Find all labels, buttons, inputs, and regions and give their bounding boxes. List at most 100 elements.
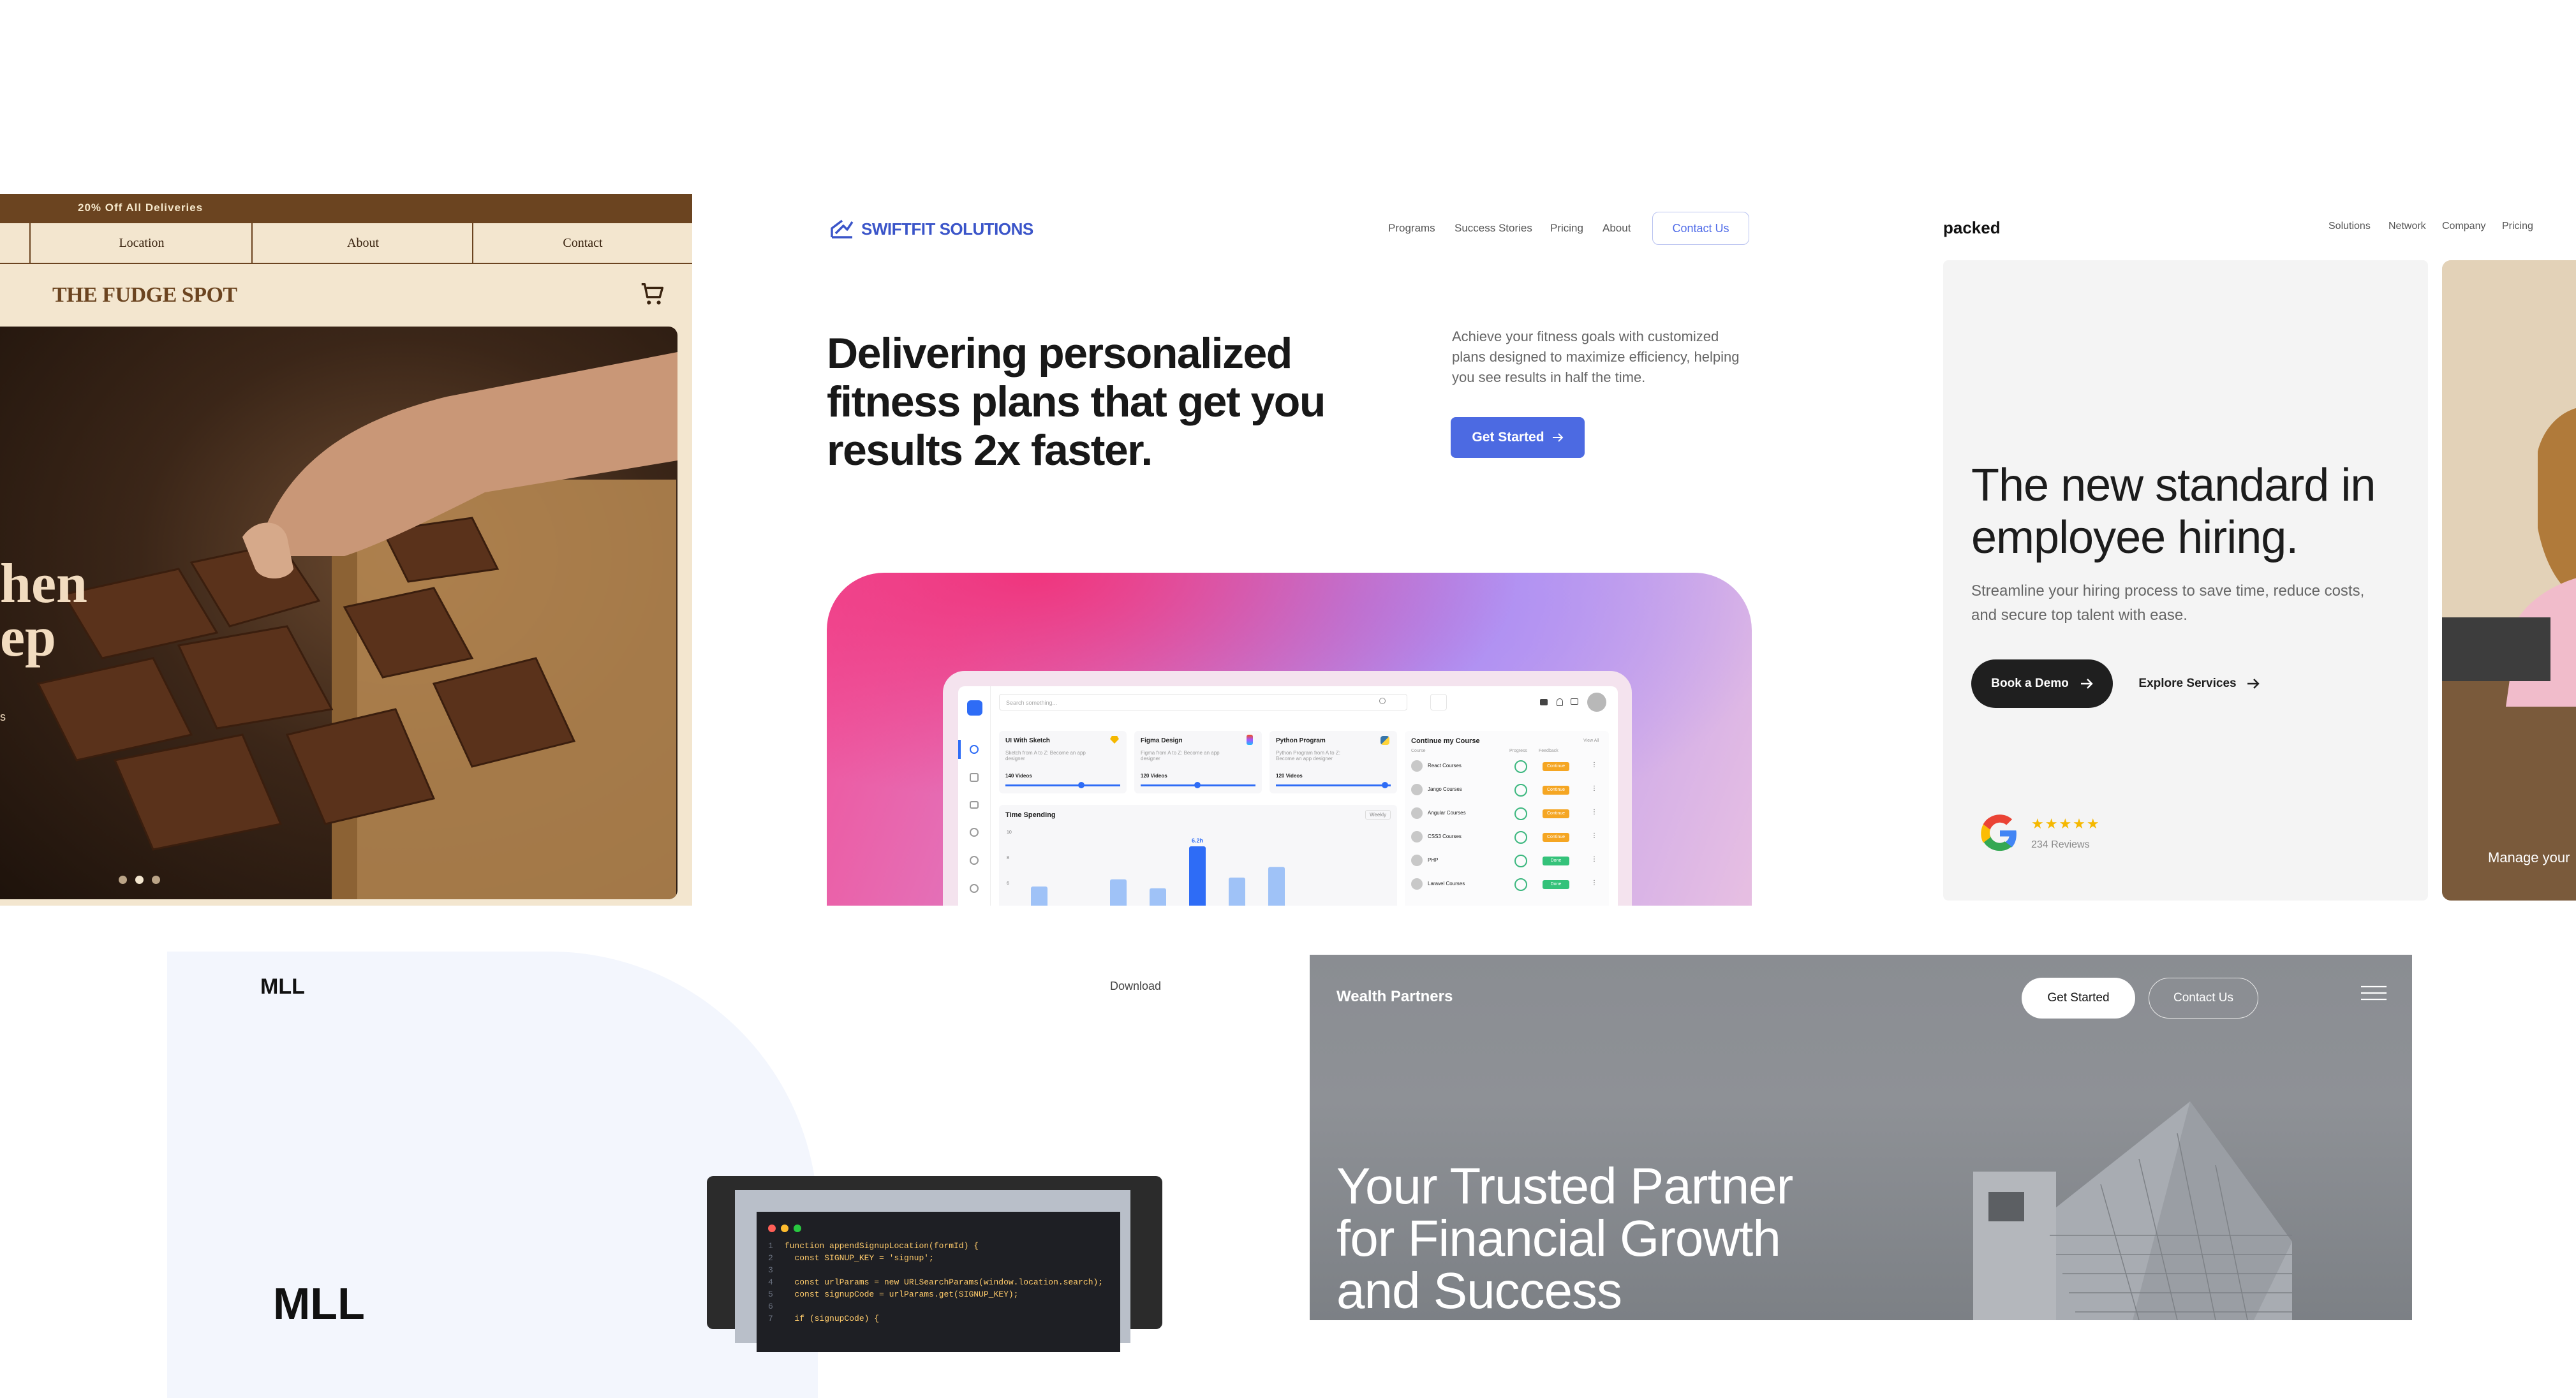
course-row[interactable]: CSS3 Courses Continue ⋮ xyxy=(1411,830,1603,845)
progress-ring-icon xyxy=(1514,831,1527,844)
get-started-button[interactable]: Get Started xyxy=(2022,978,2135,1019)
wealth-brand[interactable]: Wealth Partners xyxy=(1336,988,1453,1006)
course-videos: 120 Videos xyxy=(1141,773,1167,779)
course-card[interactable]: UI With Sketch Sketch from A to Z: Becom… xyxy=(999,731,1127,793)
cart-icon[interactable] xyxy=(638,279,667,309)
swiftfit-logo-icon xyxy=(829,217,855,240)
nav-success-stories[interactable]: Success Stories xyxy=(1455,222,1532,235)
more-options-icon[interactable]: ⋮ xyxy=(1591,832,1597,839)
nav-pricing[interactable]: Pricing xyxy=(1550,222,1583,235)
arrow-right-icon xyxy=(2080,679,2093,689)
contact-us-button[interactable]: Contact Us xyxy=(1652,212,1749,245)
course-desc: Figma from A to Z: Become an app designe… xyxy=(1141,750,1220,762)
nav-company[interactable]: Company xyxy=(2442,221,2485,232)
course-row[interactable]: React Courses Continue ⋮ xyxy=(1411,759,1603,774)
message-icon[interactable] xyxy=(1571,698,1578,705)
packed-logo[interactable]: packed xyxy=(1943,218,2001,238)
expand-icon[interactable] xyxy=(1430,694,1447,710)
status-badge[interactable]: Continue xyxy=(1543,762,1569,771)
home-icon[interactable] xyxy=(970,745,979,754)
explore-label: Explore Services xyxy=(2138,677,2237,690)
download-link[interactable]: Download xyxy=(1110,980,1161,993)
chat-icon[interactable] xyxy=(970,801,979,809)
nav-contact[interactable]: Contact xyxy=(472,223,692,263)
course-row[interactable]: Jango Courses Continue ⋮ xyxy=(1411,783,1603,798)
nav-solutions[interactable]: Solutions xyxy=(2328,221,2371,232)
contact-us-button[interactable]: Contact Us xyxy=(2149,978,2258,1019)
time-bar[interactable] xyxy=(1189,846,1206,906)
period-select[interactable]: Weekly xyxy=(1365,810,1391,820)
course-row[interactable]: PHP Done ⋮ xyxy=(1411,853,1603,869)
app-logo-icon xyxy=(967,700,982,716)
code-text: const SIGNUP_KEY = 'signup'; xyxy=(784,1253,934,1263)
nav-about[interactable]: About xyxy=(1603,222,1631,235)
y-tick: 10 xyxy=(1007,830,1012,835)
more-options-icon[interactable]: ⋮ xyxy=(1591,785,1597,792)
explore-services-button[interactable]: Explore Services xyxy=(2128,659,2270,708)
nav-about[interactable]: About xyxy=(251,223,473,263)
fudge-brand[interactable]: THE FUDGE SPOT xyxy=(52,283,237,307)
carousel-dot-1[interactable] xyxy=(119,876,127,884)
time-bar[interactable] xyxy=(1031,887,1047,906)
more-options-icon[interactable]: ⋮ xyxy=(1591,762,1597,769)
more-options-icon[interactable]: ⋮ xyxy=(1591,879,1597,887)
packed-preview: packed Solutions Network Company Pricing… xyxy=(1943,204,2576,906)
nav-location[interactable]: Location xyxy=(29,223,253,263)
swiftfit-logo[interactable]: SWIFTFIT SOLUTIONS xyxy=(861,219,1033,239)
minimize-dot-icon[interactable] xyxy=(781,1225,788,1232)
time-spending-card: Time Spending Weekly 10864 6.2h xyxy=(999,805,1397,906)
mll-logo[interactable]: MLL xyxy=(260,975,305,999)
progress-handle[interactable] xyxy=(1194,782,1201,788)
book-demo-label: Book a Demo xyxy=(1991,677,2069,690)
hamburger-menu-icon[interactable] xyxy=(2361,985,2387,1001)
help-icon[interactable] xyxy=(970,884,979,893)
y-tick: 8 xyxy=(1007,856,1009,860)
get-started-button[interactable]: Get Started xyxy=(1451,417,1585,458)
time-bar[interactable] xyxy=(1150,888,1166,906)
search-icon[interactable] xyxy=(1379,698,1386,704)
layers-icon[interactable] xyxy=(970,773,979,782)
dashboard-search-input[interactable]: Search something... xyxy=(999,694,1407,710)
book-demo-button[interactable]: Book a Demo xyxy=(1971,659,2113,708)
progress-handle[interactable] xyxy=(1078,782,1084,788)
nav-pricing[interactable]: Pricing xyxy=(2502,221,2533,232)
swiftfit-subtext: Achieve your fitness goals with customiz… xyxy=(1452,328,1740,385)
status-badge[interactable]: Continue xyxy=(1543,809,1569,818)
carousel-dot-3[interactable] xyxy=(152,876,160,884)
arrow-right-icon xyxy=(1552,433,1564,442)
status-badge[interactable]: Continue xyxy=(1543,833,1569,842)
course-row[interactable]: Laravel Courses Done ⋮ xyxy=(1411,877,1603,892)
continue-course-panel: Continue my Course View All Course Progr… xyxy=(1405,731,1609,906)
course-card[interactable]: Figma Design Figma from A to Z: Become a… xyxy=(1134,731,1262,793)
time-bar[interactable] xyxy=(1268,867,1285,906)
progress-handle[interactable] xyxy=(1382,782,1388,788)
maximize-dot-icon[interactable] xyxy=(794,1225,801,1232)
nav-network[interactable]: Network xyxy=(2388,221,2426,232)
course-name: PHP xyxy=(1428,857,1439,863)
line-number: 4 xyxy=(768,1277,773,1287)
close-dot-icon[interactable] xyxy=(768,1225,776,1232)
code-text: const signupCode = urlParams.get(SIGNUP_… xyxy=(784,1290,1019,1299)
time-bar[interactable] xyxy=(1229,878,1245,906)
user-icon[interactable] xyxy=(970,828,979,837)
bell-icon[interactable] xyxy=(1557,698,1563,706)
view-all-link[interactable]: View All xyxy=(1583,739,1599,743)
status-badge[interactable]: Done xyxy=(1543,857,1569,865)
more-options-icon[interactable]: ⋮ xyxy=(1591,809,1597,816)
code-text: if (signupCode) { xyxy=(784,1314,880,1323)
line-number: 6 xyxy=(768,1302,773,1311)
course-videos: 140 Videos xyxy=(1005,773,1032,779)
settings-icon[interactable] xyxy=(970,856,979,865)
time-bar[interactable] xyxy=(1110,879,1127,906)
python-icon xyxy=(1381,736,1389,745)
status-badge[interactable]: Done xyxy=(1543,880,1569,889)
status-badge[interactable]: Continue xyxy=(1543,786,1569,795)
avatar[interactable] xyxy=(1587,693,1606,712)
course-row[interactable]: Angular Courses Continue ⋮ xyxy=(1411,806,1603,821)
nav-programs[interactable]: Programs xyxy=(1388,222,1435,235)
mll-title: MLL xyxy=(273,1279,365,1328)
course-card[interactable]: Python Program Python Program from A to … xyxy=(1269,731,1397,793)
inbox-icon[interactable] xyxy=(1540,699,1548,705)
carousel-dot-2[interactable] xyxy=(135,876,144,884)
more-options-icon[interactable]: ⋮ xyxy=(1591,856,1597,863)
